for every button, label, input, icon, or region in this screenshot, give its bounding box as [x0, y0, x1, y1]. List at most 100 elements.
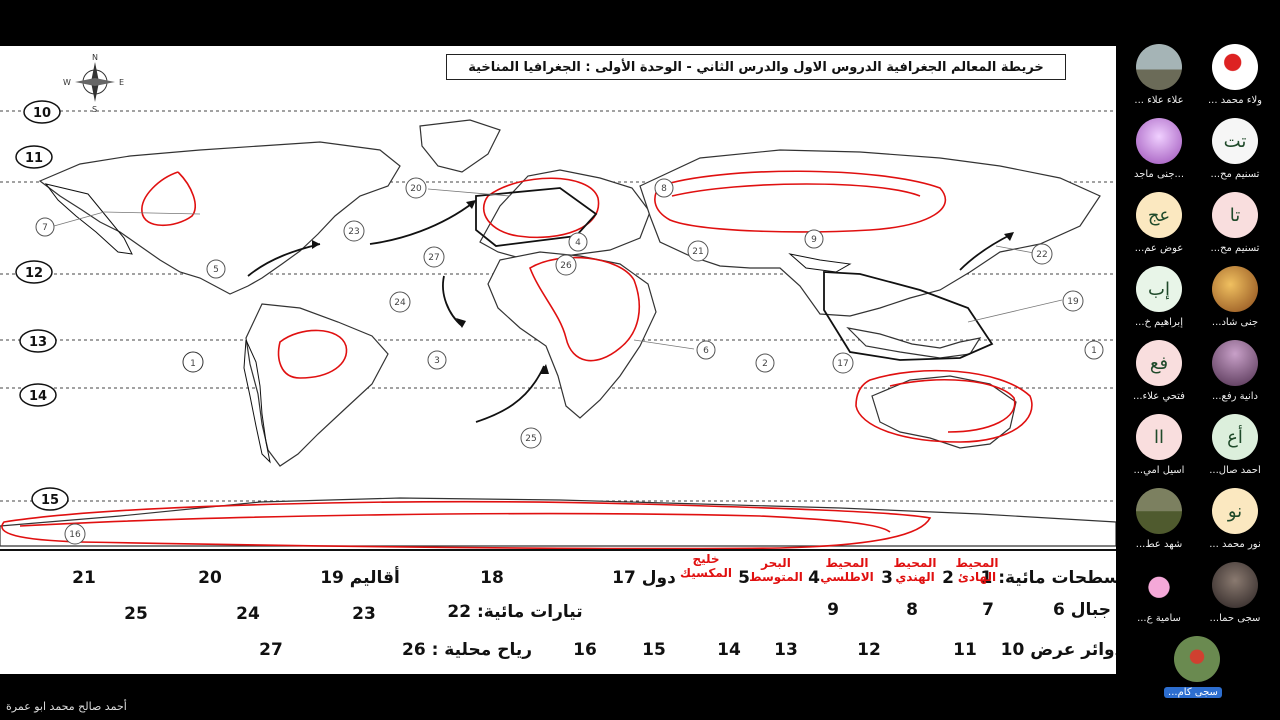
label-23: 23 [343, 220, 365, 242]
participants-panel[interactable]: ولاء محمد ... علاء علاء ... تت تسنيم مح....… [1118, 30, 1280, 700]
participant-tile[interactable]: إب إبراهيم خ... [1120, 266, 1200, 336]
label-25: 25 [520, 427, 542, 449]
handwritten-indian: المحيط الهندي [893, 556, 937, 584]
legend-n3: 3 [881, 568, 893, 588]
participant-initials: أع [1227, 426, 1243, 448]
participant-name: ...جنى ماجد [1133, 169, 1185, 180]
svg-text:7: 7 [42, 223, 48, 233]
legend-n11: 11 [953, 640, 977, 660]
participant-tile[interactable]: اا اسيل امي... [1120, 414, 1200, 484]
legend-n21: 21 [72, 568, 96, 588]
legend-currents: تيارات مائية: 22 [447, 602, 583, 622]
svg-text:27: 27 [428, 253, 439, 263]
participant-initials: عج [1147, 204, 1171, 226]
map-title: خريطة المعالم الجغرافية الدروس الاول وال… [446, 54, 1066, 80]
participant-name: شهد عط... [1135, 539, 1183, 550]
svg-text:2: 2 [762, 359, 768, 369]
legend-n13: 13 [774, 640, 798, 660]
participant-tile[interactable]: أع أحمد صال... [1196, 414, 1276, 484]
participant-avatar [1212, 266, 1258, 312]
svg-text:21: 21 [692, 247, 703, 257]
latitude-labels: 10 11 12 13 14 15 [15, 100, 69, 511]
legend-n4: 4 [808, 568, 820, 588]
legend-n20: 20 [198, 568, 222, 588]
participant-name: سامية ع... [1137, 613, 1181, 624]
participant-name: علاء علاء ... [1134, 95, 1184, 106]
participant-avatar [1136, 118, 1182, 164]
participant-tile[interactable]: علاء علاء ... [1120, 44, 1200, 114]
label-2: 2 [755, 353, 775, 373]
participant-tile[interactable]: ...جنى ماجد [1120, 118, 1200, 188]
participant-initials: فع [1149, 352, 1169, 374]
label-7: 7 [35, 217, 55, 237]
legend-water-bodies: مسطحات مائية: 1 [980, 568, 1116, 588]
legend-n16: 16 [573, 640, 597, 660]
participant-name: دانية رفع... [1211, 391, 1259, 402]
label-1-pacific: 1 [182, 351, 204, 373]
legend-regions-label: أقاليم [349, 568, 400, 588]
participant-tile[interactable]: شهد عط... [1120, 488, 1200, 558]
legend-n19: 19 [320, 568, 344, 588]
svg-text:9: 9 [811, 235, 817, 245]
legend-n9: 9 [827, 600, 839, 620]
svg-text:17: 17 [837, 359, 848, 369]
participant-name: جنى شاد... [1211, 317, 1259, 328]
svg-text:14: 14 [29, 389, 47, 404]
svg-text:S: S [92, 105, 97, 114]
participant-name: نور محمد ... [1209, 539, 1261, 550]
label-21: 21 [687, 240, 709, 262]
continents [0, 119, 1116, 547]
participant-avatar [1136, 488, 1182, 534]
label-19: 19 [1062, 290, 1084, 312]
participant-avatar [1174, 636, 1220, 682]
participant-avatar: أع [1212, 414, 1258, 460]
participant-tile[interactable]: نو نور محمد ... [1196, 488, 1276, 558]
svg-text:4: 4 [575, 238, 581, 248]
svg-text:25: 25 [525, 434, 536, 444]
participant-initials: تا [1229, 204, 1241, 226]
svg-text:23: 23 [348, 227, 359, 237]
legend-n23: 23 [352, 604, 376, 624]
participant-tile[interactable]: سجى كام... [1158, 636, 1238, 706]
participant-avatar: نو [1212, 488, 1258, 534]
participant-tile[interactable]: سامية ع... [1120, 562, 1200, 632]
participant-avatar [1136, 44, 1182, 90]
participant-avatar [1212, 340, 1258, 386]
label-17: 17 [832, 352, 854, 374]
svg-text:12: 12 [25, 266, 43, 281]
participant-tile[interactable]: جنى شاد... [1196, 266, 1276, 336]
svg-text:1: 1 [190, 359, 196, 369]
label-5: 5 [206, 259, 226, 279]
legend-n25: 25 [124, 604, 148, 624]
participant-name: أحمد صال... [1209, 465, 1261, 476]
presenter-name: أحمد صالح محمد ابو عمرة [6, 700, 127, 713]
svg-text:24: 24 [394, 298, 406, 308]
label-4: 4 [568, 232, 588, 252]
participant-tile[interactable]: تت تسنيم مح... [1196, 118, 1276, 188]
participant-avatar: اا [1136, 414, 1182, 460]
svg-text:5: 5 [213, 265, 219, 275]
svg-text:W: W [63, 78, 71, 87]
label-3: 3 [427, 350, 447, 370]
svg-text:13: 13 [29, 335, 47, 350]
participant-tile[interactable]: دانية رفع... [1196, 340, 1276, 410]
label-1-east: 1 [1084, 340, 1104, 360]
legend-n18: 18 [480, 568, 504, 588]
participant-tile[interactable]: ولاء محمد ... [1196, 44, 1276, 114]
participant-tile[interactable]: فع فتحي علاء... [1120, 340, 1200, 410]
label-16: 16 [64, 523, 86, 545]
label-27: 27 [423, 246, 445, 268]
participant-name: تسنيم مح... [1210, 169, 1260, 180]
legend-n15: 15 [642, 640, 666, 660]
participant-name: سجى كام... [1164, 687, 1222, 698]
participant-initials: اا [1153, 426, 1164, 448]
participant-tile[interactable]: سجى حما... [1196, 562, 1276, 632]
greenland [419, 119, 501, 173]
svg-text:22: 22 [1036, 250, 1047, 260]
participant-tile[interactable]: تا تسنيم مح... [1196, 192, 1276, 262]
participant-avatar: فع [1136, 340, 1182, 386]
legend-latitudes: دوائر عرض 10 [1000, 640, 1116, 660]
participant-name: عوض عم... [1134, 243, 1184, 254]
participant-initials: تت [1223, 130, 1247, 152]
participant-tile[interactable]: عج عوض عم... [1120, 192, 1200, 262]
